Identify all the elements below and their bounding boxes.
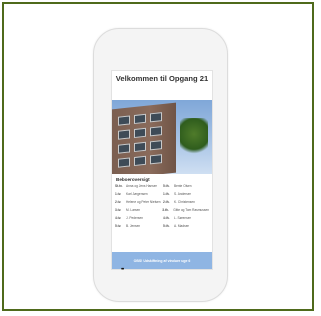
window bbox=[118, 157, 130, 168]
window bbox=[134, 155, 146, 167]
resident-name: Anna og Jens Hansen bbox=[126, 184, 158, 188]
building-photo bbox=[112, 100, 212, 174]
screen-title: Velkommen til Opgang 21 bbox=[115, 74, 209, 83]
tree-foliage bbox=[180, 118, 208, 158]
resident-unit: 4.th. bbox=[163, 216, 170, 220]
resident-cell: 2.tv. Helene og Peter Nielsen bbox=[115, 200, 161, 204]
resident-cell: 5.th. Bente Olsen bbox=[163, 184, 209, 188]
resident-unit: 5.tv. bbox=[115, 224, 122, 228]
resident-unit: 3.th. bbox=[162, 208, 169, 212]
resident-unit: 3.tv. bbox=[115, 208, 122, 212]
window bbox=[150, 140, 162, 151]
resident-cell: 3.th. Gitte og Tom Rasmussen bbox=[162, 208, 209, 212]
window bbox=[134, 127, 146, 139]
building-facade bbox=[112, 102, 176, 174]
resident-name: Gitte og Tom Rasmussen bbox=[173, 208, 209, 212]
resident-cell: 4.th. L. Sørensen bbox=[163, 216, 209, 220]
resident-row: 4.tv. J. Pedersen 4.th. L. Sørensen bbox=[115, 216, 209, 224]
window bbox=[150, 126, 162, 137]
resident-name: B. Jensen bbox=[126, 224, 141, 228]
resident-name: Helene og Peter Nielsen bbox=[126, 200, 161, 204]
window bbox=[118, 115, 130, 126]
resident-cell: 5.tv. B. Jensen bbox=[115, 224, 161, 228]
resident-cell: 3.tv. M. Larsen bbox=[115, 208, 160, 212]
resident-unit: 1.th. bbox=[163, 192, 170, 196]
window bbox=[118, 129, 130, 140]
resident-cell: St.tv. Anna og Jens Hansen bbox=[115, 184, 161, 188]
resident-unit: 5.th. bbox=[163, 224, 170, 228]
resident-unit: 5.th. bbox=[163, 184, 170, 188]
phone-screen: Velkommen til Opgang 21 Beboeroversigt S… bbox=[111, 70, 213, 270]
resident-cell: 2.th. K. Christensen bbox=[163, 200, 209, 204]
resident-cell: 1.th. S. Andersen bbox=[163, 192, 209, 196]
notice-text: OBS! Udskiftning af vinduer uge 6 bbox=[133, 258, 191, 263]
resident-row: 2.tv. Helene og Peter Nielsen 2.th. K. C… bbox=[115, 200, 209, 208]
resident-row: St.tv. Anna og Jens Hansen 5.th. Bente O… bbox=[115, 184, 209, 192]
resident-unit: 1.tv. bbox=[115, 192, 122, 196]
residents-list: St.tv. Anna og Jens Hansen 5.th. Bente O… bbox=[112, 184, 212, 232]
window bbox=[134, 113, 146, 125]
resident-name: M. Larsen bbox=[126, 208, 141, 212]
resident-cell: 5.th. A. Madsen bbox=[163, 224, 209, 228]
resident-name: Bente Olsen bbox=[174, 184, 192, 188]
resident-name: S. Andersen bbox=[174, 192, 192, 196]
resident-row: 1.tv. Karl Jørgensen 1.th. S. Andersen bbox=[115, 192, 209, 200]
resident-unit: St.tv. bbox=[115, 184, 123, 188]
resident-row: 3.tv. M. Larsen 3.th. Gitte og Tom Rasmu… bbox=[115, 208, 209, 216]
notice-banner[interactable]: OBS! Udskiftning af vinduer uge 6 bbox=[112, 252, 212, 269]
resident-name: J. Pedersen bbox=[126, 216, 144, 220]
resident-unit: 4.tv. bbox=[115, 216, 122, 220]
resident-name: Karl Jørgensen bbox=[126, 192, 148, 196]
resident-row: 5.tv. B. Jensen 5.th. A. Madsen bbox=[115, 224, 209, 232]
residents-section-title: Beboeroversigt bbox=[116, 177, 150, 182]
window bbox=[134, 141, 146, 153]
window bbox=[150, 112, 162, 123]
resident-cell: 4.tv. J. Pedersen bbox=[115, 216, 161, 220]
resident-name: L. Sørensen bbox=[174, 216, 192, 220]
resident-cell: 1.tv. Karl Jørgensen bbox=[115, 192, 161, 196]
window bbox=[118, 143, 130, 154]
home-indicator[interactable]: •• bbox=[121, 267, 124, 273]
resident-unit: 2.tv. bbox=[115, 200, 122, 204]
window bbox=[150, 154, 162, 165]
resident-name: K. Christensen bbox=[174, 200, 195, 204]
resident-unit: 2.th. bbox=[163, 200, 170, 204]
resident-name: A. Madsen bbox=[174, 224, 190, 228]
